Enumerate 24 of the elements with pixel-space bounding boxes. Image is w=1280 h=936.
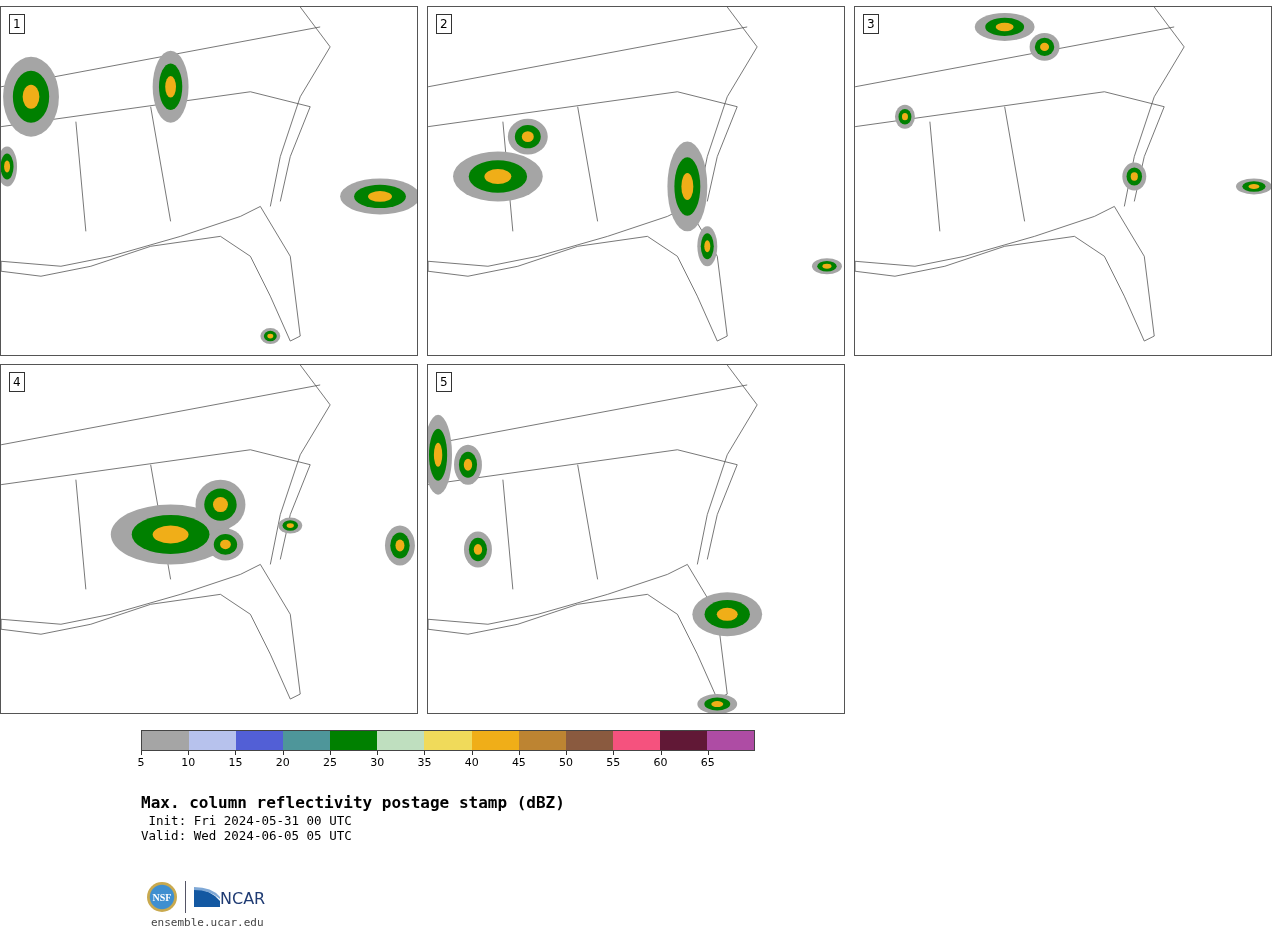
scale-tick-label: 30	[370, 756, 385, 769]
scale-tick-label: 65	[700, 756, 715, 769]
scale-tick-label: 35	[417, 756, 432, 769]
scale-tick-label: 55	[606, 756, 621, 769]
scale-tick-label: 60	[653, 756, 668, 769]
panel-number: 1	[9, 14, 25, 34]
plot-title: Max. column reflectivity postage stamp (dBZ)	[141, 793, 566, 813]
panel-number: 5	[436, 372, 452, 392]
valid-time: Valid: Wed 2024-06-05 05 UTC	[141, 828, 353, 843]
scale-tick-label: 40	[464, 756, 479, 769]
website-url: ensemble.ucar.edu	[151, 916, 265, 929]
scale-tick-label: 20	[275, 756, 290, 769]
ncar-logo: NCAR	[194, 887, 266, 907]
panel-number: 3	[863, 14, 879, 34]
nsf-logo: NSF	[147, 882, 177, 912]
init-time: Init: Fri 2024-05-31 00 UTC	[147, 813, 353, 828]
scale-tick-label: 50	[559, 756, 574, 769]
panel-number: 4	[9, 372, 25, 392]
scale-tick-label: 5	[137, 756, 145, 769]
scale-tick-label: 15	[228, 756, 243, 769]
panel-number: 2	[436, 14, 452, 34]
scale-tick-label: 45	[511, 756, 526, 769]
scale-tick-label: 25	[322, 756, 337, 769]
scale-tick-label: 10	[181, 756, 196, 769]
